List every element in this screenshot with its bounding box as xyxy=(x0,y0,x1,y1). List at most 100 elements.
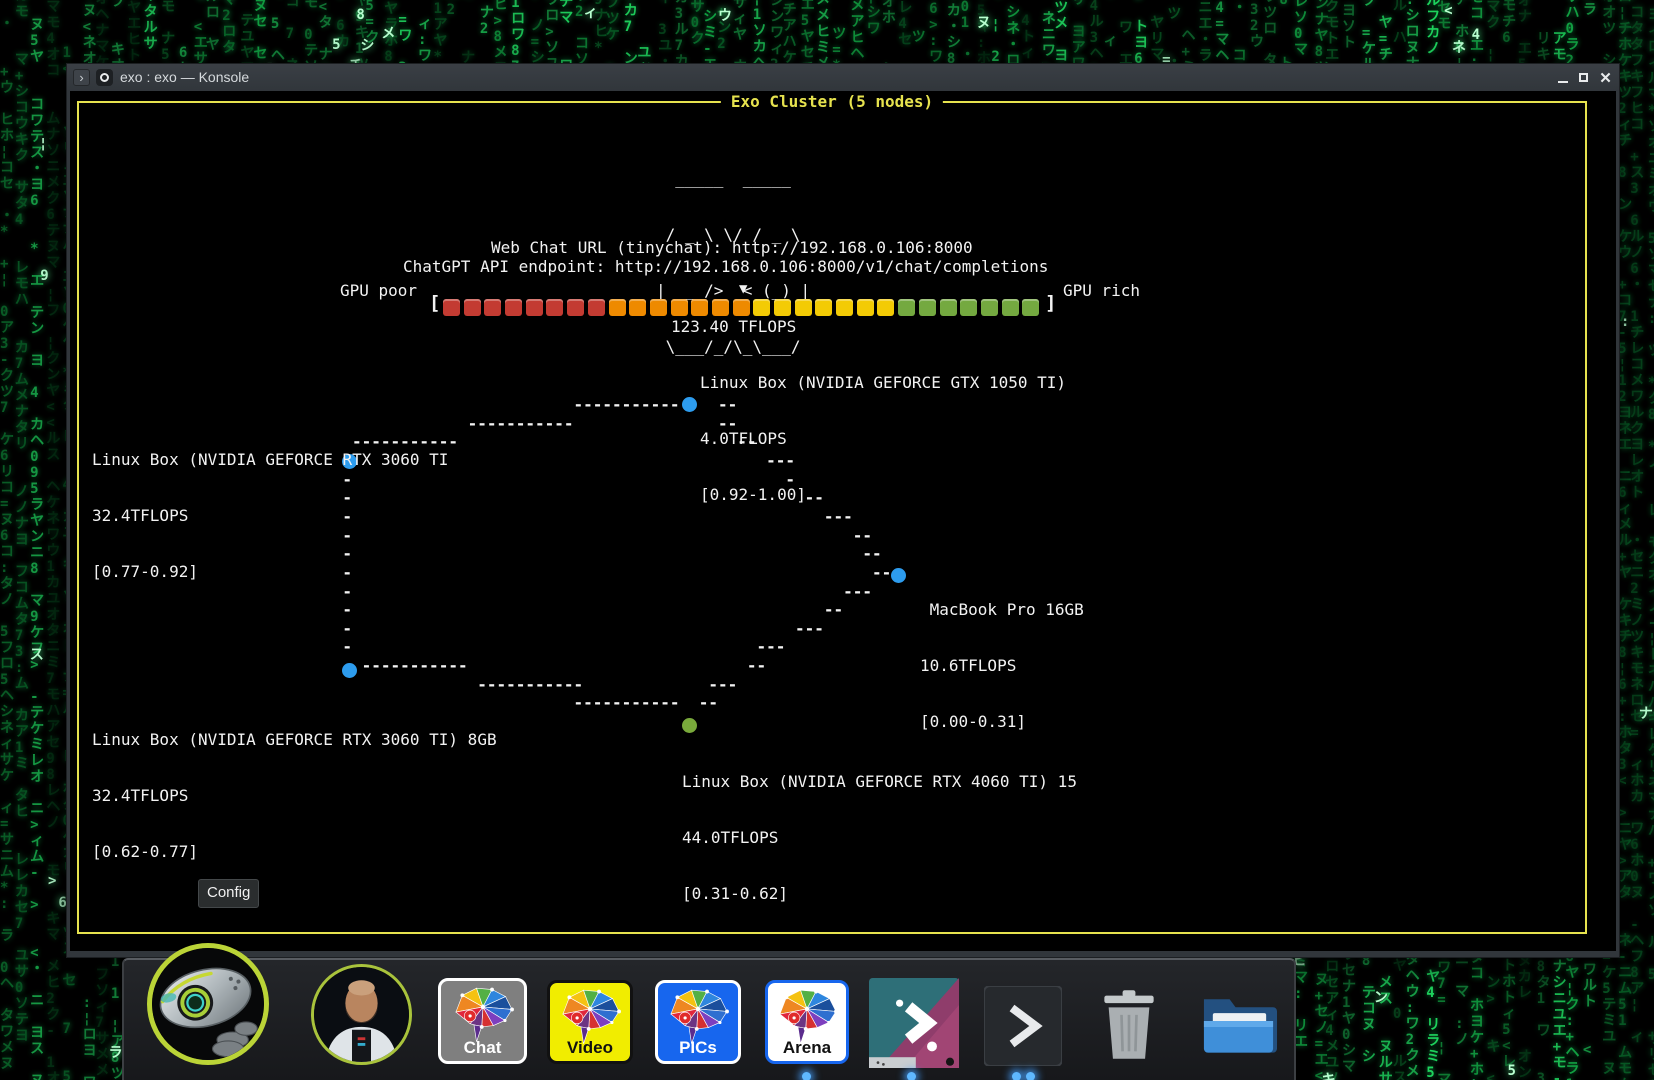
dock-item-chat-label: Chat xyxy=(441,1038,524,1058)
ring-dash-segment: ----------- xyxy=(477,676,583,695)
ring-dash-segment: - xyxy=(342,638,352,657)
gpu-bar-segment-yellow xyxy=(753,299,770,316)
terminal-chevron-icon xyxy=(984,986,1062,1066)
node-dot-rtx-3060-ti-8gb xyxy=(342,663,357,678)
user-portrait-icon xyxy=(314,967,409,1062)
exo-cluster-panel: Exo Cluster (5 nodes) _____ _____ / _ \ … xyxy=(77,101,1587,934)
gpu-rich-label: GPU rich xyxy=(1063,282,1140,301)
dock-item-video[interactable]: Video xyxy=(547,980,633,1064)
gpu-bar-segment-orange xyxy=(733,299,750,316)
gpu-bar-segment-green xyxy=(981,299,998,316)
folder-icon xyxy=(1199,982,1278,1062)
window-titlebar[interactable]: › exo : exo — Konsole ✕ xyxy=(67,64,1619,91)
ring-dash-segment: --- xyxy=(843,583,872,602)
gpu-bar-segment-red xyxy=(443,299,460,316)
gpu-bar-segment-green xyxy=(919,299,936,316)
node-label-rtx-3060-ti-8gb: Linux Box (NVIDIA GEFORCE RTX 3060 TI) 8… xyxy=(92,694,497,899)
node-label-rtx-4060-ti: Linux Box (NVIDIA GEFORCE RTX 4060 TI) 1… xyxy=(682,736,1077,941)
node-dot-gtx-1050-ti xyxy=(682,397,697,412)
dock-item-media-app[interactable] xyxy=(869,978,959,1068)
gpu-bar-segment-red xyxy=(505,299,522,316)
user-avatar[interactable] xyxy=(311,964,412,1065)
dock-item-arena[interactable]: Arena xyxy=(765,980,849,1064)
close-icon[interactable]: ✕ xyxy=(1596,68,1615,87)
ring-dash-segment: ----------- xyxy=(574,694,680,713)
gpu-gauge-bar xyxy=(443,299,1039,316)
running-indicator xyxy=(1026,1072,1035,1080)
running-indicator xyxy=(907,1072,916,1080)
dock: Chat Video PICs Arena xyxy=(122,958,1296,1080)
ring-dash-segment: -- xyxy=(699,694,718,713)
gpu-bar-segment-red xyxy=(464,299,481,316)
konsole-window: › exo : exo — Konsole ✕ Exo Cluster (5 n… xyxy=(66,63,1620,958)
ring-dash-segment: --- xyxy=(708,676,737,695)
gpu-bar-segment-yellow xyxy=(877,299,894,316)
dock-item-pics[interactable]: PICs xyxy=(655,980,741,1064)
node-label-gtx-1050-ti: Linux Box (NVIDIA GEFORCE GTX 1050 TI) 4… xyxy=(700,337,1066,542)
gpu-bar-segment-red xyxy=(546,299,563,316)
gpu-bar-segment-orange xyxy=(629,299,646,316)
total-tflops: 123.40 TFLOPS xyxy=(671,318,796,337)
ring-dash-segment: -- xyxy=(862,545,881,564)
running-indicator xyxy=(802,1072,811,1080)
gpu-bar-segment-green xyxy=(960,299,977,316)
ring-dash-segment: -- xyxy=(824,601,843,620)
gpu-bar-segment-green xyxy=(940,299,957,316)
gpu-bar-segment-red xyxy=(588,299,605,316)
window-title: exo : exo — Konsole xyxy=(120,69,249,85)
gpu-bar-segment-yellow xyxy=(795,299,812,316)
dock-item-chat[interactable]: Chat xyxy=(438,978,527,1064)
gpu-bar-segment-green xyxy=(1022,299,1039,316)
ring-dash-segment: -- xyxy=(747,657,766,676)
ring-dash-segment: --- xyxy=(756,638,785,657)
gpu-bar-segment-orange xyxy=(671,299,688,316)
gpu-bar-segment-yellow xyxy=(774,299,791,316)
dock-item-file-manager[interactable] xyxy=(1199,982,1278,1062)
robot-head-icon xyxy=(152,948,264,1060)
panel-title: Exo Cluster (5 nodes) xyxy=(721,92,943,111)
gpu-bar-segment-red xyxy=(567,299,584,316)
ring-dash-segment: ----------- xyxy=(574,396,680,415)
dock-item-pics-label: PICs xyxy=(658,1038,738,1058)
maximize-icon[interactable] xyxy=(1574,68,1593,87)
media-app-icon xyxy=(869,978,959,1068)
brain-icon xyxy=(447,985,519,1043)
api-endpoint-url: ChatGPT API endpoint: http://192.168.0.1… xyxy=(403,258,1048,277)
node-dot-rtx-4060-ti xyxy=(682,718,697,733)
gpu-bar-segment-red xyxy=(484,299,501,316)
gpu-bar-segment-orange xyxy=(650,299,667,316)
dock-item-arena-label: Arena xyxy=(768,1038,846,1058)
gpu-bar-segment-yellow xyxy=(836,299,853,316)
gpu-bar-segment-green xyxy=(1002,299,1019,316)
terminal-client-area: Exo Cluster (5 nodes) _____ _____ / _ \ … xyxy=(70,91,1616,951)
trash-icon xyxy=(1095,987,1163,1062)
ring-dash-segment: ----------- xyxy=(362,657,468,676)
gpu-poor-label: GPU poor xyxy=(340,282,417,301)
config-button[interactable]: Config xyxy=(198,879,259,908)
gpu-gauge-marker-icon: ▼ xyxy=(739,280,747,299)
minimize-icon[interactable] xyxy=(1553,68,1572,87)
brain-icon xyxy=(554,987,626,1045)
brain-icon xyxy=(771,987,843,1045)
gpu-bar-segment-orange xyxy=(712,299,729,316)
terminal-prompt-icon: › xyxy=(73,69,90,86)
robot-avatar[interactable] xyxy=(147,943,269,1065)
web-chat-url: Web Chat URL (tinychat): http://192.168.… xyxy=(491,239,973,258)
gpu-bar-close-bracket: ] xyxy=(1045,294,1056,313)
gpu-bar-segment-red xyxy=(526,299,543,316)
gpu-bar-segment-orange xyxy=(609,299,626,316)
gpu-bar-segment-green xyxy=(898,299,915,316)
running-indicator xyxy=(1012,1072,1021,1080)
konsole-app-icon xyxy=(96,69,113,86)
gpu-bar-segment-yellow xyxy=(857,299,874,316)
dock-item-terminal[interactable] xyxy=(984,986,1062,1066)
ring-dash-segment: -- xyxy=(872,564,891,583)
ring-dash-segment: - xyxy=(342,620,352,639)
gpu-bar-segment-yellow xyxy=(815,299,832,316)
dock-item-trash[interactable] xyxy=(1095,987,1163,1062)
gpu-bar-open-bracket: [ xyxy=(429,294,440,313)
node-label-rtx-3060-ti: Linux Box (NVIDIA GEFORCE RTX 3060 TI 32… xyxy=(92,414,448,619)
dock-item-video-label: Video xyxy=(550,1038,630,1058)
ring-dash-segment: ----------- xyxy=(468,415,574,434)
gpu-bar-segment-orange xyxy=(691,299,708,316)
